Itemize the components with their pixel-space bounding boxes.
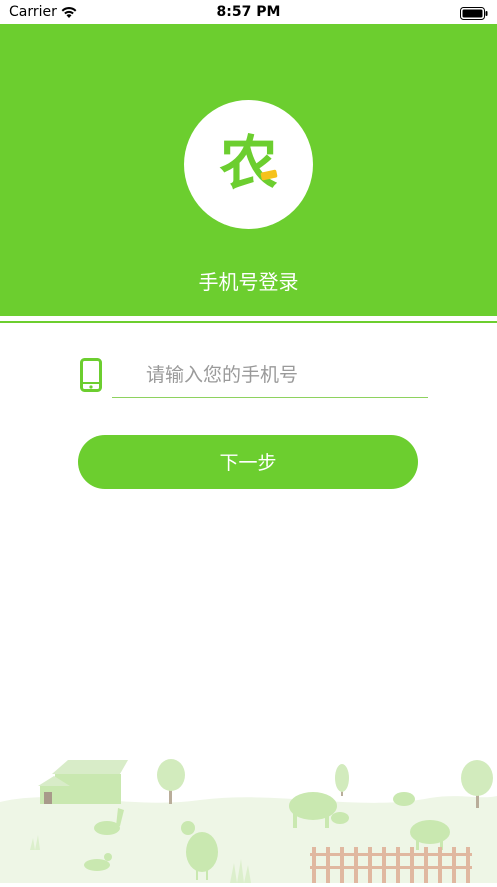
battery-icon	[460, 5, 488, 24]
app-logo: 农	[184, 100, 313, 229]
status-time: 8:57 PM	[216, 4, 281, 20]
status-bar: Carrier 8:57 PM	[0, 0, 497, 24]
pig-icon	[393, 792, 415, 806]
farm-illustration	[0, 740, 497, 883]
phone-icon	[80, 358, 102, 396]
farm-house-icon	[38, 760, 128, 804]
login-header: 农 手机号登录	[0, 24, 497, 316]
next-button[interactable]: 下一步	[78, 435, 418, 489]
phone-input[interactable]	[112, 352, 428, 398]
page-title: 手机号登录	[198, 270, 299, 294]
logo-glyph: 农	[219, 129, 278, 197]
header-divider	[0, 321, 497, 323]
